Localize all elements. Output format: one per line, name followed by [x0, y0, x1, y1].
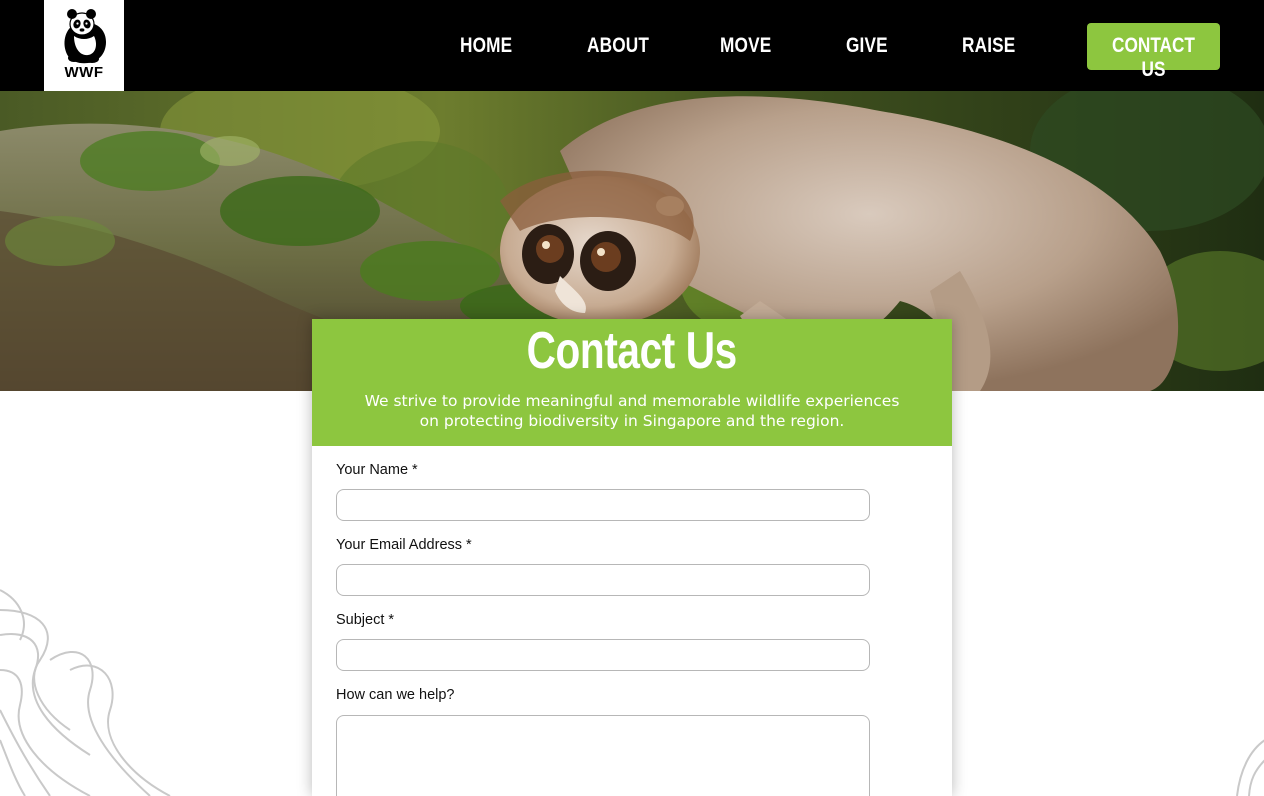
contact-us-button-label: CONTACT US [1112, 34, 1195, 81]
page-subtitle: We strive to provide meaningful and memo… [352, 391, 912, 431]
nav-move-link[interactable]: MOVE [720, 34, 771, 62]
contour-lines-decoration-left [0, 589, 171, 796]
email-label: Your Email Address * [336, 537, 472, 553]
message-label: How can we help? [336, 687, 455, 703]
name-input[interactable] [336, 489, 870, 521]
subtitle-line-1: We strive to provide meaningful and memo… [364, 392, 900, 410]
panda-icon [64, 9, 106, 64]
email-input[interactable] [336, 564, 870, 596]
page-title: Contact Us [312, 321, 952, 381]
contact-us-button[interactable]: CONTACT US [1087, 23, 1220, 81]
contact-form-header: Contact Us We strive to provide meaningf… [312, 319, 952, 446]
subject-input[interactable] [336, 639, 870, 671]
name-label: Your Name * [336, 462, 418, 478]
top-nav-bar: WWF HOME ABOUT MOVE GIVE RAISE CONTACT U… [0, 0, 1264, 91]
nav-about-link[interactable]: ABOUT [587, 34, 649, 62]
contour-lines-decoration-right [1236, 739, 1264, 796]
subtitle-line-2: on protecting biodiversity in Singapore … [419, 412, 845, 430]
nav-give-link[interactable]: GIVE [846, 34, 888, 62]
subject-label: Subject * [336, 612, 395, 628]
message-textarea[interactable] [336, 715, 870, 796]
nav-raise-link[interactable]: RAISE [962, 34, 1015, 62]
page-title-text: Contact Us [526, 322, 738, 380]
contact-form-card: Contact Us We strive to provide meaningf… [312, 319, 952, 796]
logo-text: WWF [64, 64, 104, 81]
wwf-logo[interactable]: WWF [44, 0, 124, 91]
nav-home-link[interactable]: HOME [460, 34, 512, 62]
